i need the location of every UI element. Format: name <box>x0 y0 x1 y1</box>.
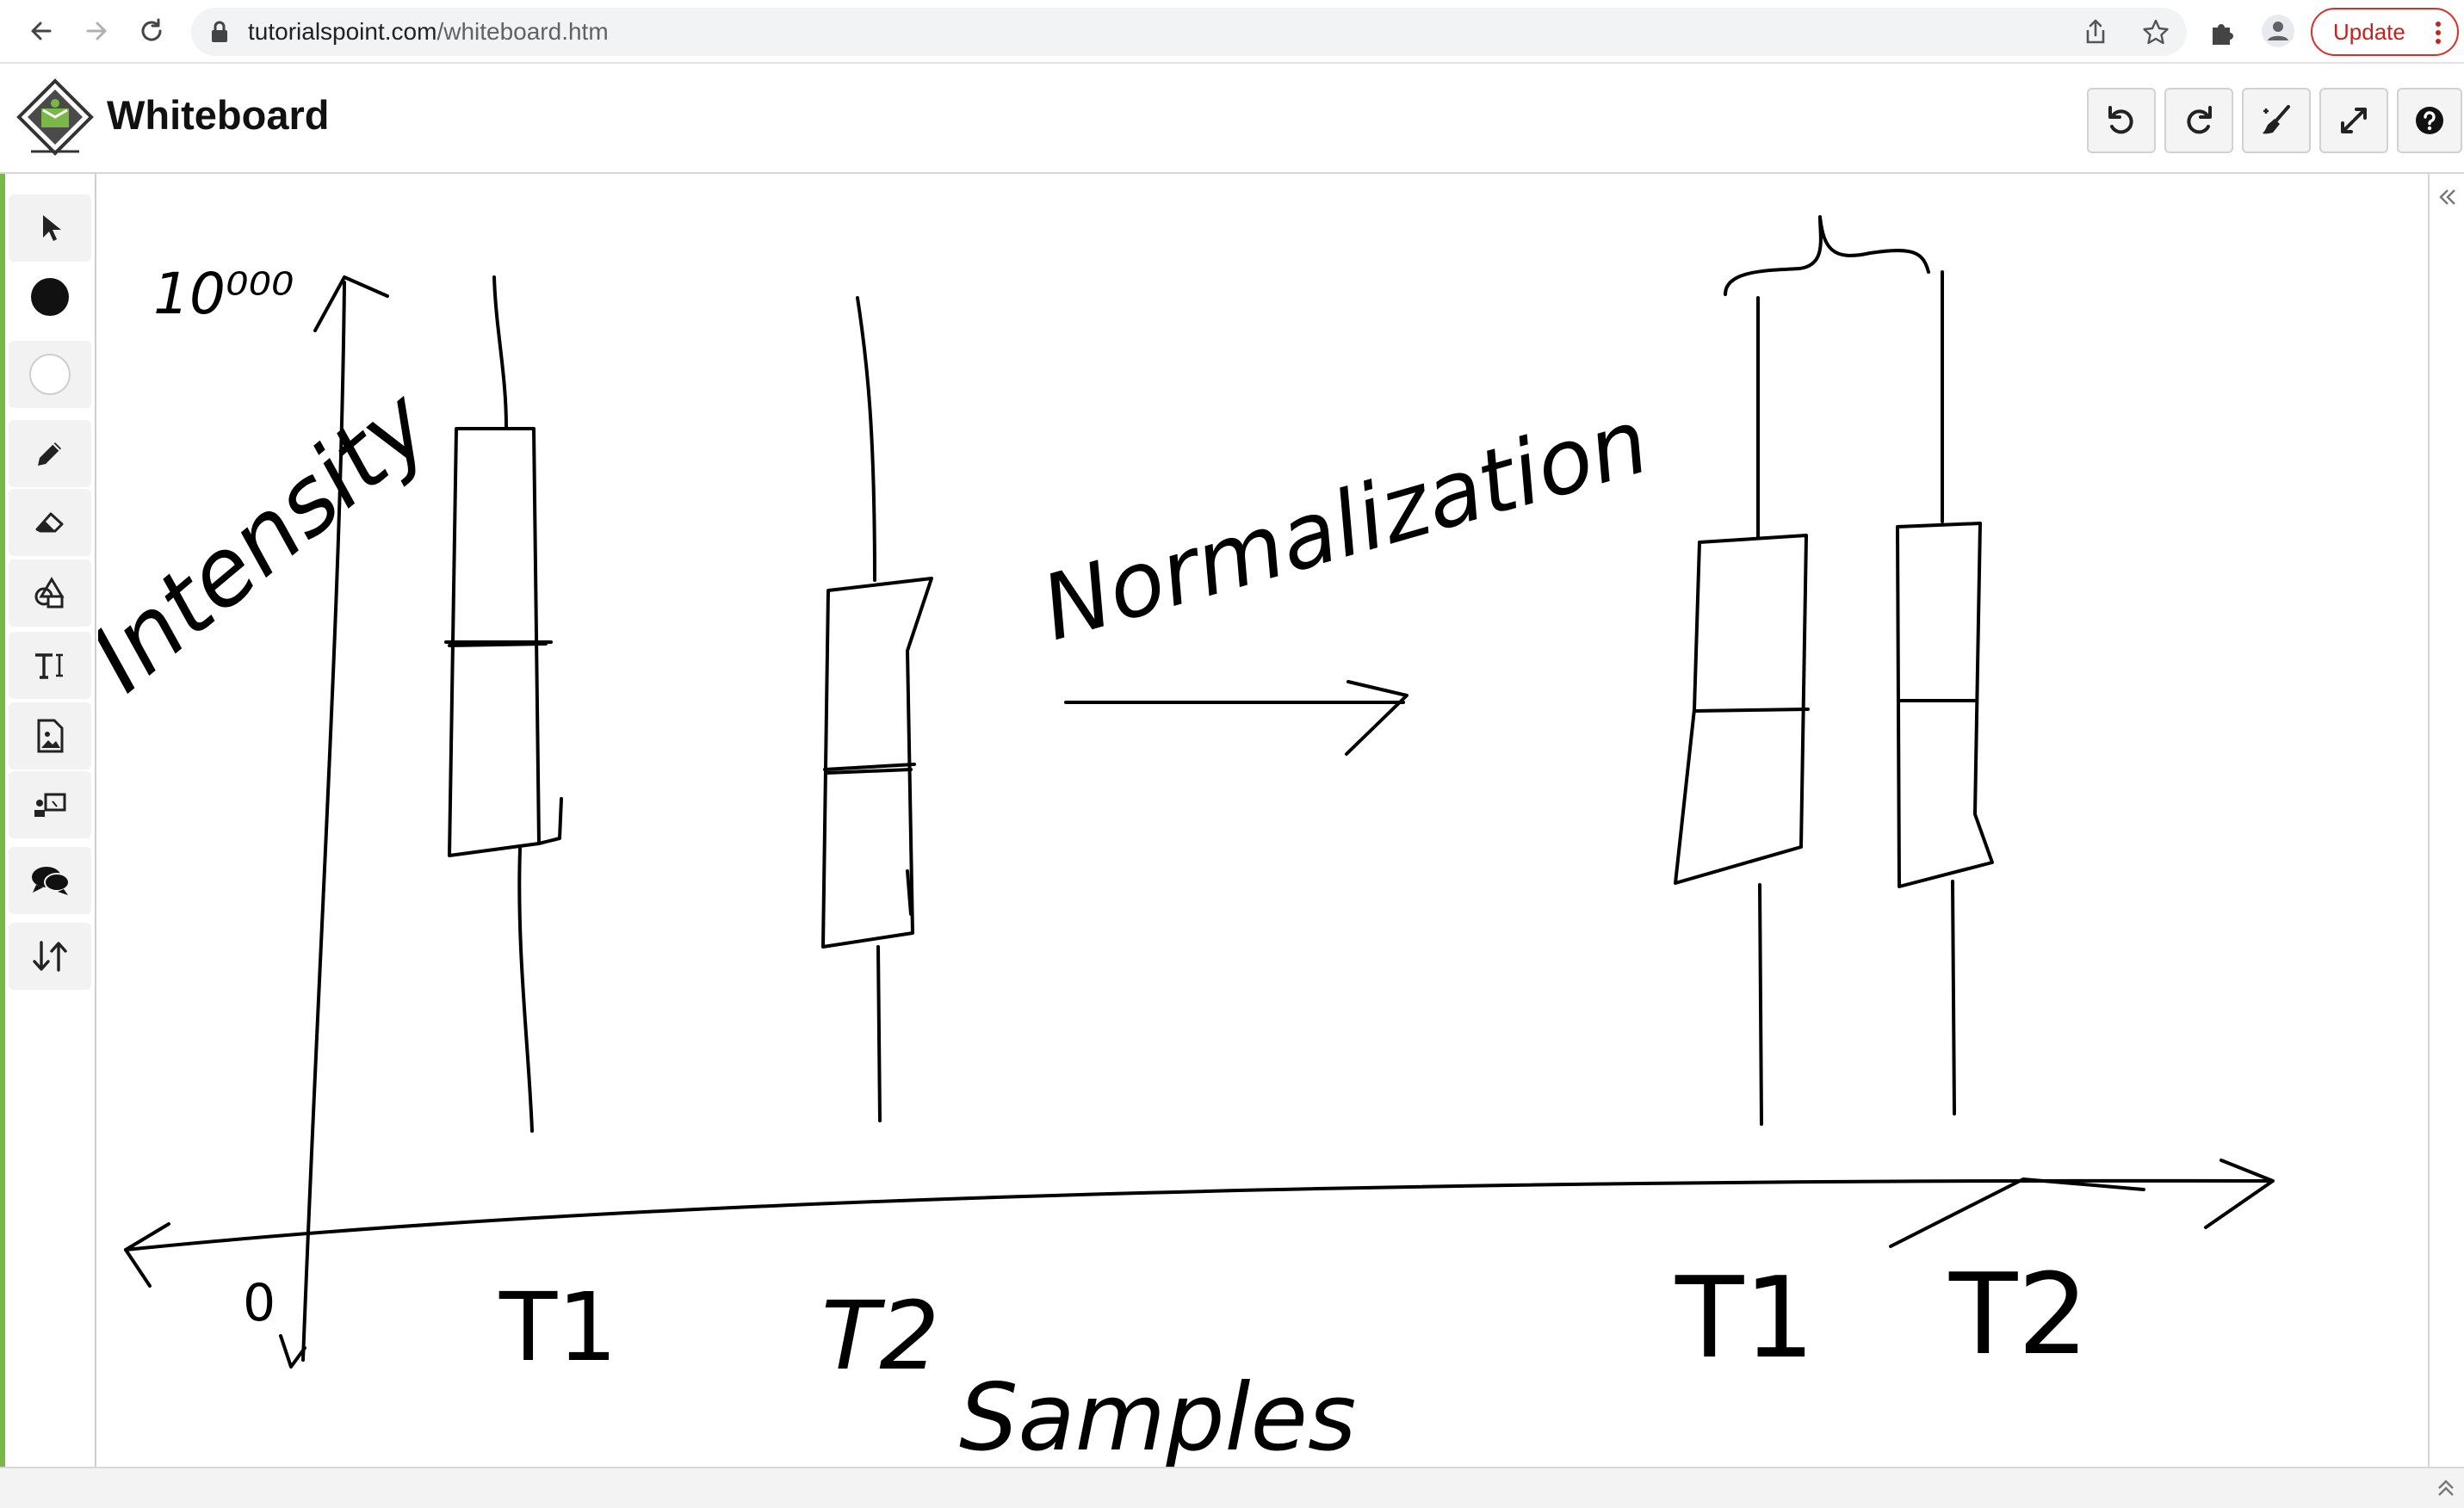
pencil-icon <box>38 442 61 466</box>
lock-icon[interactable] <box>210 20 229 48</box>
app-header: Whiteboard <box>0 64 2464 174</box>
swap-tool[interactable] <box>9 923 91 990</box>
tick-label-t2-normalized: T2 <box>1948 1249 2089 1380</box>
shapes-icon <box>34 577 65 609</box>
whiteboard-image-icon <box>34 793 66 817</box>
reload-icon[interactable] <box>133 12 170 50</box>
redo-button[interactable] <box>2164 88 2233 153</box>
y-axis-top-arrowhead <box>313 275 389 332</box>
t2-tick-stroke <box>1889 1177 2145 1248</box>
t1-box-upper-whisker <box>492 275 508 429</box>
url-path: /whiteboard.htm <box>436 18 609 45</box>
axis-top-label: 10⁰⁰⁰ <box>153 261 294 327</box>
update-label: Update <box>2333 18 2405 45</box>
chat-tool[interactable] <box>9 847 91 914</box>
browser-toolbar: tutorialspoint.com/whiteboard.htm Update <box>0 0 2464 64</box>
t1-normalized-lower-whisker <box>1758 883 1763 1126</box>
y-axis-label: Intensity <box>98 369 451 713</box>
whiteboard-canvas[interactable]: 10⁰⁰⁰ Intensity Normalization 0 T1 T2 T1… <box>98 176 2428 1467</box>
t1-box-lower-whisker <box>517 847 534 1133</box>
y-axis-bottom-arrowhead <box>279 1334 306 1369</box>
update-button[interactable]: Update <box>2311 8 2459 56</box>
share-icon[interactable] <box>2083 18 2108 50</box>
tick-label-t1-normalized: T1 <box>1675 1252 1815 1383</box>
profile-icon[interactable] <box>2261 14 2295 53</box>
origin-label: 0 <box>243 1273 275 1333</box>
tool-sidebar <box>7 174 96 1467</box>
redo-icon <box>2187 106 2212 134</box>
color-black-swatch[interactable] <box>9 263 91 331</box>
undo-icon <box>2108 106 2133 134</box>
x-axis-left-arrowhead <box>124 1222 170 1288</box>
group-brace <box>1724 215 1930 296</box>
eraser-icon <box>35 512 64 533</box>
x-axis-right-arrowhead <box>2204 1159 2275 1229</box>
url-host: tutorialspoint.com <box>248 18 437 45</box>
pointer-icon <box>43 215 61 241</box>
t2-box-median <box>823 763 916 775</box>
text-icon <box>35 653 63 679</box>
t1-box-notch <box>537 797 563 845</box>
swap-up-down-icon <box>33 941 67 972</box>
clear-board-button[interactable] <box>2242 88 2311 153</box>
normalization-label: Normalization <box>1031 388 1659 661</box>
t2-normalized-lower-whisker <box>1951 880 1956 1116</box>
white-circle-icon <box>29 354 71 395</box>
t2-box-upper-whisker <box>856 296 876 582</box>
t2-box-lower-whisker <box>876 945 882 1122</box>
chat-icon <box>32 867 70 895</box>
fullscreen-button[interactable] <box>2319 88 2388 153</box>
tick-label-t1: T1 <box>498 1272 617 1382</box>
image-tool[interactable] <box>9 702 91 769</box>
shapes-tool[interactable] <box>9 559 91 627</box>
t1-box-median <box>444 640 553 647</box>
back-arrow-icon[interactable] <box>22 12 60 50</box>
fullscreen-icon <box>2341 108 2367 133</box>
image-file-icon <box>37 719 64 753</box>
clear-brush-icon <box>2263 105 2290 134</box>
extensions-icon[interactable] <box>2209 17 2238 51</box>
right-panel-rail <box>2428 174 2464 1467</box>
collapse-left-icon[interactable] <box>2436 186 2459 213</box>
text-tool[interactable] <box>9 632 91 699</box>
screen: tutorialspoint.com/whiteboard.htm Update <box>0 0 2464 1508</box>
page-title: Whiteboard <box>107 92 330 138</box>
t2-box-rect <box>821 577 933 949</box>
window-accent-edge <box>0 64 5 1508</box>
black-circle-icon <box>31 278 69 316</box>
pointer-tool[interactable] <box>9 195 91 262</box>
forward-arrow-icon[interactable] <box>77 12 115 50</box>
eraser-tool[interactable] <box>9 489 91 556</box>
url-text: tutorialspoint.com/whiteboard.htm <box>248 17 609 46</box>
help-icon <box>2416 107 2443 134</box>
t2-normalized-box-rect <box>1896 522 1994 888</box>
bottom-panel-bar <box>0 1467 2464 1508</box>
help-button[interactable] <box>2397 88 2462 153</box>
t1-normalized-box-median <box>1693 708 1810 713</box>
tick-label-t2: T2 <box>821 1281 939 1391</box>
drawing-surface[interactable]: 10⁰⁰⁰ Intensity Normalization 0 T1 T2 T1… <box>98 176 2428 1467</box>
undo-button[interactable] <box>2087 88 2156 153</box>
x-axis-label: Samples <box>959 1364 1356 1467</box>
expand-up-icon[interactable] <box>2435 1477 2457 1504</box>
tutorialspoint-logo-icon[interactable] <box>14 77 96 164</box>
color-white-swatch[interactable] <box>9 341 91 408</box>
whiteboard-image-tool[interactable] <box>9 771 91 838</box>
normalization-arrow <box>1064 680 1408 756</box>
star-icon[interactable] <box>2142 18 2170 50</box>
more-vert-icon[interactable] <box>2435 21 2442 51</box>
pencil-tool[interactable] <box>9 420 91 487</box>
